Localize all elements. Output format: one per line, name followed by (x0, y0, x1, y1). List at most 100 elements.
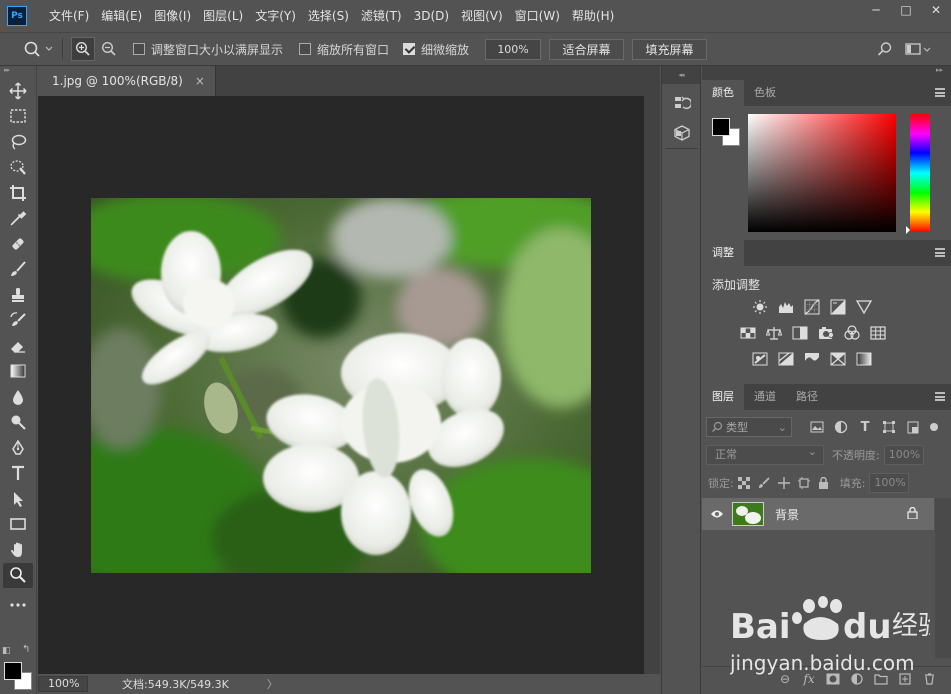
lock-all-icon[interactable] (814, 473, 834, 493)
color-panel-foreground-swatch[interactable] (712, 118, 730, 136)
lock-position-icon[interactable] (774, 473, 794, 493)
canvas-area[interactable] (38, 96, 644, 674)
hue-slider[interactable] (910, 114, 930, 232)
tools-panel-grip-icon[interactable]: ▸▸ (0, 66, 36, 74)
zoom-all-windows-checkbox-box[interactable] (299, 43, 312, 55)
document-tab[interactable]: 1.jpg @ 100%(RGB/8) × (38, 66, 216, 96)
selective-color-icon[interactable] (827, 348, 849, 370)
layer-visibility-eye-icon[interactable] (702, 509, 732, 519)
pen-tool-icon[interactable] (3, 435, 33, 461)
layers-scrollbar[interactable] (935, 498, 951, 658)
quick-selection-tool-icon[interactable] (3, 155, 33, 181)
brightness-contrast-icon[interactable] (749, 296, 771, 318)
exposure-icon[interactable] (827, 296, 849, 318)
rectangle-tool-icon[interactable] (3, 512, 33, 538)
zoom-all-windows-checkbox[interactable]: 缩放所有窗口 (299, 41, 389, 58)
swap-colors-icon[interactable]: ↰ (22, 644, 30, 655)
document-size-info[interactable]: 文档:549.3K/549.3K (122, 676, 229, 692)
brush-tool-icon[interactable] (3, 257, 33, 283)
canvas-vertical-scrollbar[interactable] (644, 96, 660, 674)
hue-slider-handle-icon[interactable] (906, 226, 910, 234)
tab-color[interactable]: 颜色 (702, 80, 744, 106)
filter-shape-icon[interactable] (878, 417, 900, 437)
menu-select[interactable]: 选择(S) (302, 0, 355, 32)
maximize-button[interactable]: □ (891, 0, 921, 20)
close-button[interactable]: ✕ (921, 0, 951, 20)
lasso-tool-icon[interactable] (3, 129, 33, 155)
layer-kind-filter[interactable]: 类型 ⌄ (706, 417, 792, 437)
history-brush-tool-icon[interactable] (3, 308, 33, 334)
photo-filter-icon[interactable] (815, 322, 837, 344)
adjustments-panel-menu-icon[interactable] (935, 248, 945, 257)
color-panel-menu-icon[interactable] (935, 88, 945, 97)
healing-brush-tool-icon[interactable] (3, 231, 33, 257)
filter-pixel-icon[interactable] (806, 417, 828, 437)
search-icon[interactable] (874, 37, 896, 61)
tab-adjustments[interactable]: 调整 (702, 240, 744, 266)
crop-tool-icon[interactable] (3, 180, 33, 206)
minimize-button[interactable]: ─ (861, 0, 891, 20)
scrubby-zoom-checkbox-box[interactable] (403, 43, 416, 55)
menu-image[interactable]: 图像(I) (148, 0, 197, 32)
clone-stamp-tool-icon[interactable] (3, 282, 33, 308)
close-tab-icon[interactable]: × (195, 74, 205, 88)
menu-file[interactable]: 文件(F) (43, 0, 95, 32)
dock-expand-icon[interactable]: ▸▸ (936, 66, 943, 74)
menu-window[interactable]: 窗口(W) (509, 0, 566, 32)
path-selection-tool-icon[interactable] (3, 486, 33, 512)
scrubby-zoom-checkbox[interactable]: 细微缩放 (403, 41, 469, 58)
invert-icon[interactable] (749, 348, 771, 370)
levels-icon[interactable] (775, 296, 797, 318)
workspace-switcher-icon[interactable] (903, 37, 935, 61)
document-image[interactable] (91, 198, 591, 573)
fill-field[interactable]: 100% (869, 473, 910, 493)
filter-toggle-icon[interactable] (930, 423, 938, 431)
type-tool-icon[interactable] (3, 461, 33, 487)
resize-windows-checkbox[interactable]: 调整窗口大小以满屏显示 (133, 41, 283, 58)
menu-layer[interactable]: 图层(L) (197, 0, 249, 32)
gradient-map-icon[interactable] (853, 348, 875, 370)
3d-panel-icon[interactable] (662, 118, 702, 148)
layers-panel-menu-icon[interactable] (935, 392, 945, 401)
history-panel-icon[interactable] (662, 88, 702, 118)
dodge-tool-icon[interactable] (3, 410, 33, 436)
lock-transparent-pixels-icon[interactable] (734, 473, 754, 493)
move-tool-icon[interactable] (3, 78, 33, 104)
menu-view[interactable]: 视图(V) (455, 0, 509, 32)
fill-screen-button[interactable]: 填充屏幕 (632, 38, 708, 60)
zoom-out-icon[interactable] (97, 37, 121, 61)
vibrance-icon[interactable] (853, 296, 875, 318)
color-picker-field[interactable] (748, 114, 896, 232)
zoom-in-icon[interactable] (71, 37, 95, 61)
filter-type-icon[interactable]: T (854, 417, 876, 437)
menu-3d[interactable]: 3D(D) (408, 0, 455, 32)
marquee-tool-icon[interactable] (3, 104, 33, 130)
default-colors-icon[interactable]: ◧ (2, 646, 11, 656)
channel-mixer-icon[interactable] (841, 322, 863, 344)
threshold-icon[interactable] (801, 348, 823, 370)
status-menu-arrow[interactable]: 〉 (267, 676, 278, 692)
lock-image-pixels-icon[interactable] (754, 473, 774, 493)
zoom-tool-preset-icon[interactable] (20, 37, 56, 61)
menu-help[interactable]: 帮助(H) (566, 0, 620, 32)
color-lookup-icon[interactable] (867, 322, 889, 344)
tab-swatches[interactable]: 色板 (744, 80, 786, 106)
opacity-field[interactable]: 100% (883, 445, 924, 465)
posterize-icon[interactable] (775, 348, 797, 370)
gradient-tool-icon[interactable] (3, 359, 33, 385)
layer-row-background[interactable]: 背景 (702, 498, 934, 530)
menu-filter[interactable]: 滤镜(T) (355, 0, 408, 32)
eyedropper-tool-icon[interactable] (3, 206, 33, 232)
black-white-icon[interactable] (789, 322, 811, 344)
more-tools-icon[interactable] (3, 592, 33, 618)
dock-collapse-icon[interactable]: ◂◂ (662, 66, 700, 84)
menu-edit[interactable]: 编辑(E) (95, 0, 148, 32)
zoom-percent-field[interactable]: 100% (485, 38, 542, 60)
blur-tool-icon[interactable] (3, 384, 33, 410)
tab-paths[interactable]: 路径 (786, 384, 828, 410)
tab-channels[interactable]: 通道 (744, 384, 786, 410)
layer-name[interactable]: 背景 (775, 506, 799, 523)
fit-screen-button[interactable]: 适合屏幕 (549, 38, 625, 60)
status-zoom-field[interactable]: 100% (38, 676, 88, 692)
filter-smart-object-icon[interactable] (902, 417, 924, 437)
